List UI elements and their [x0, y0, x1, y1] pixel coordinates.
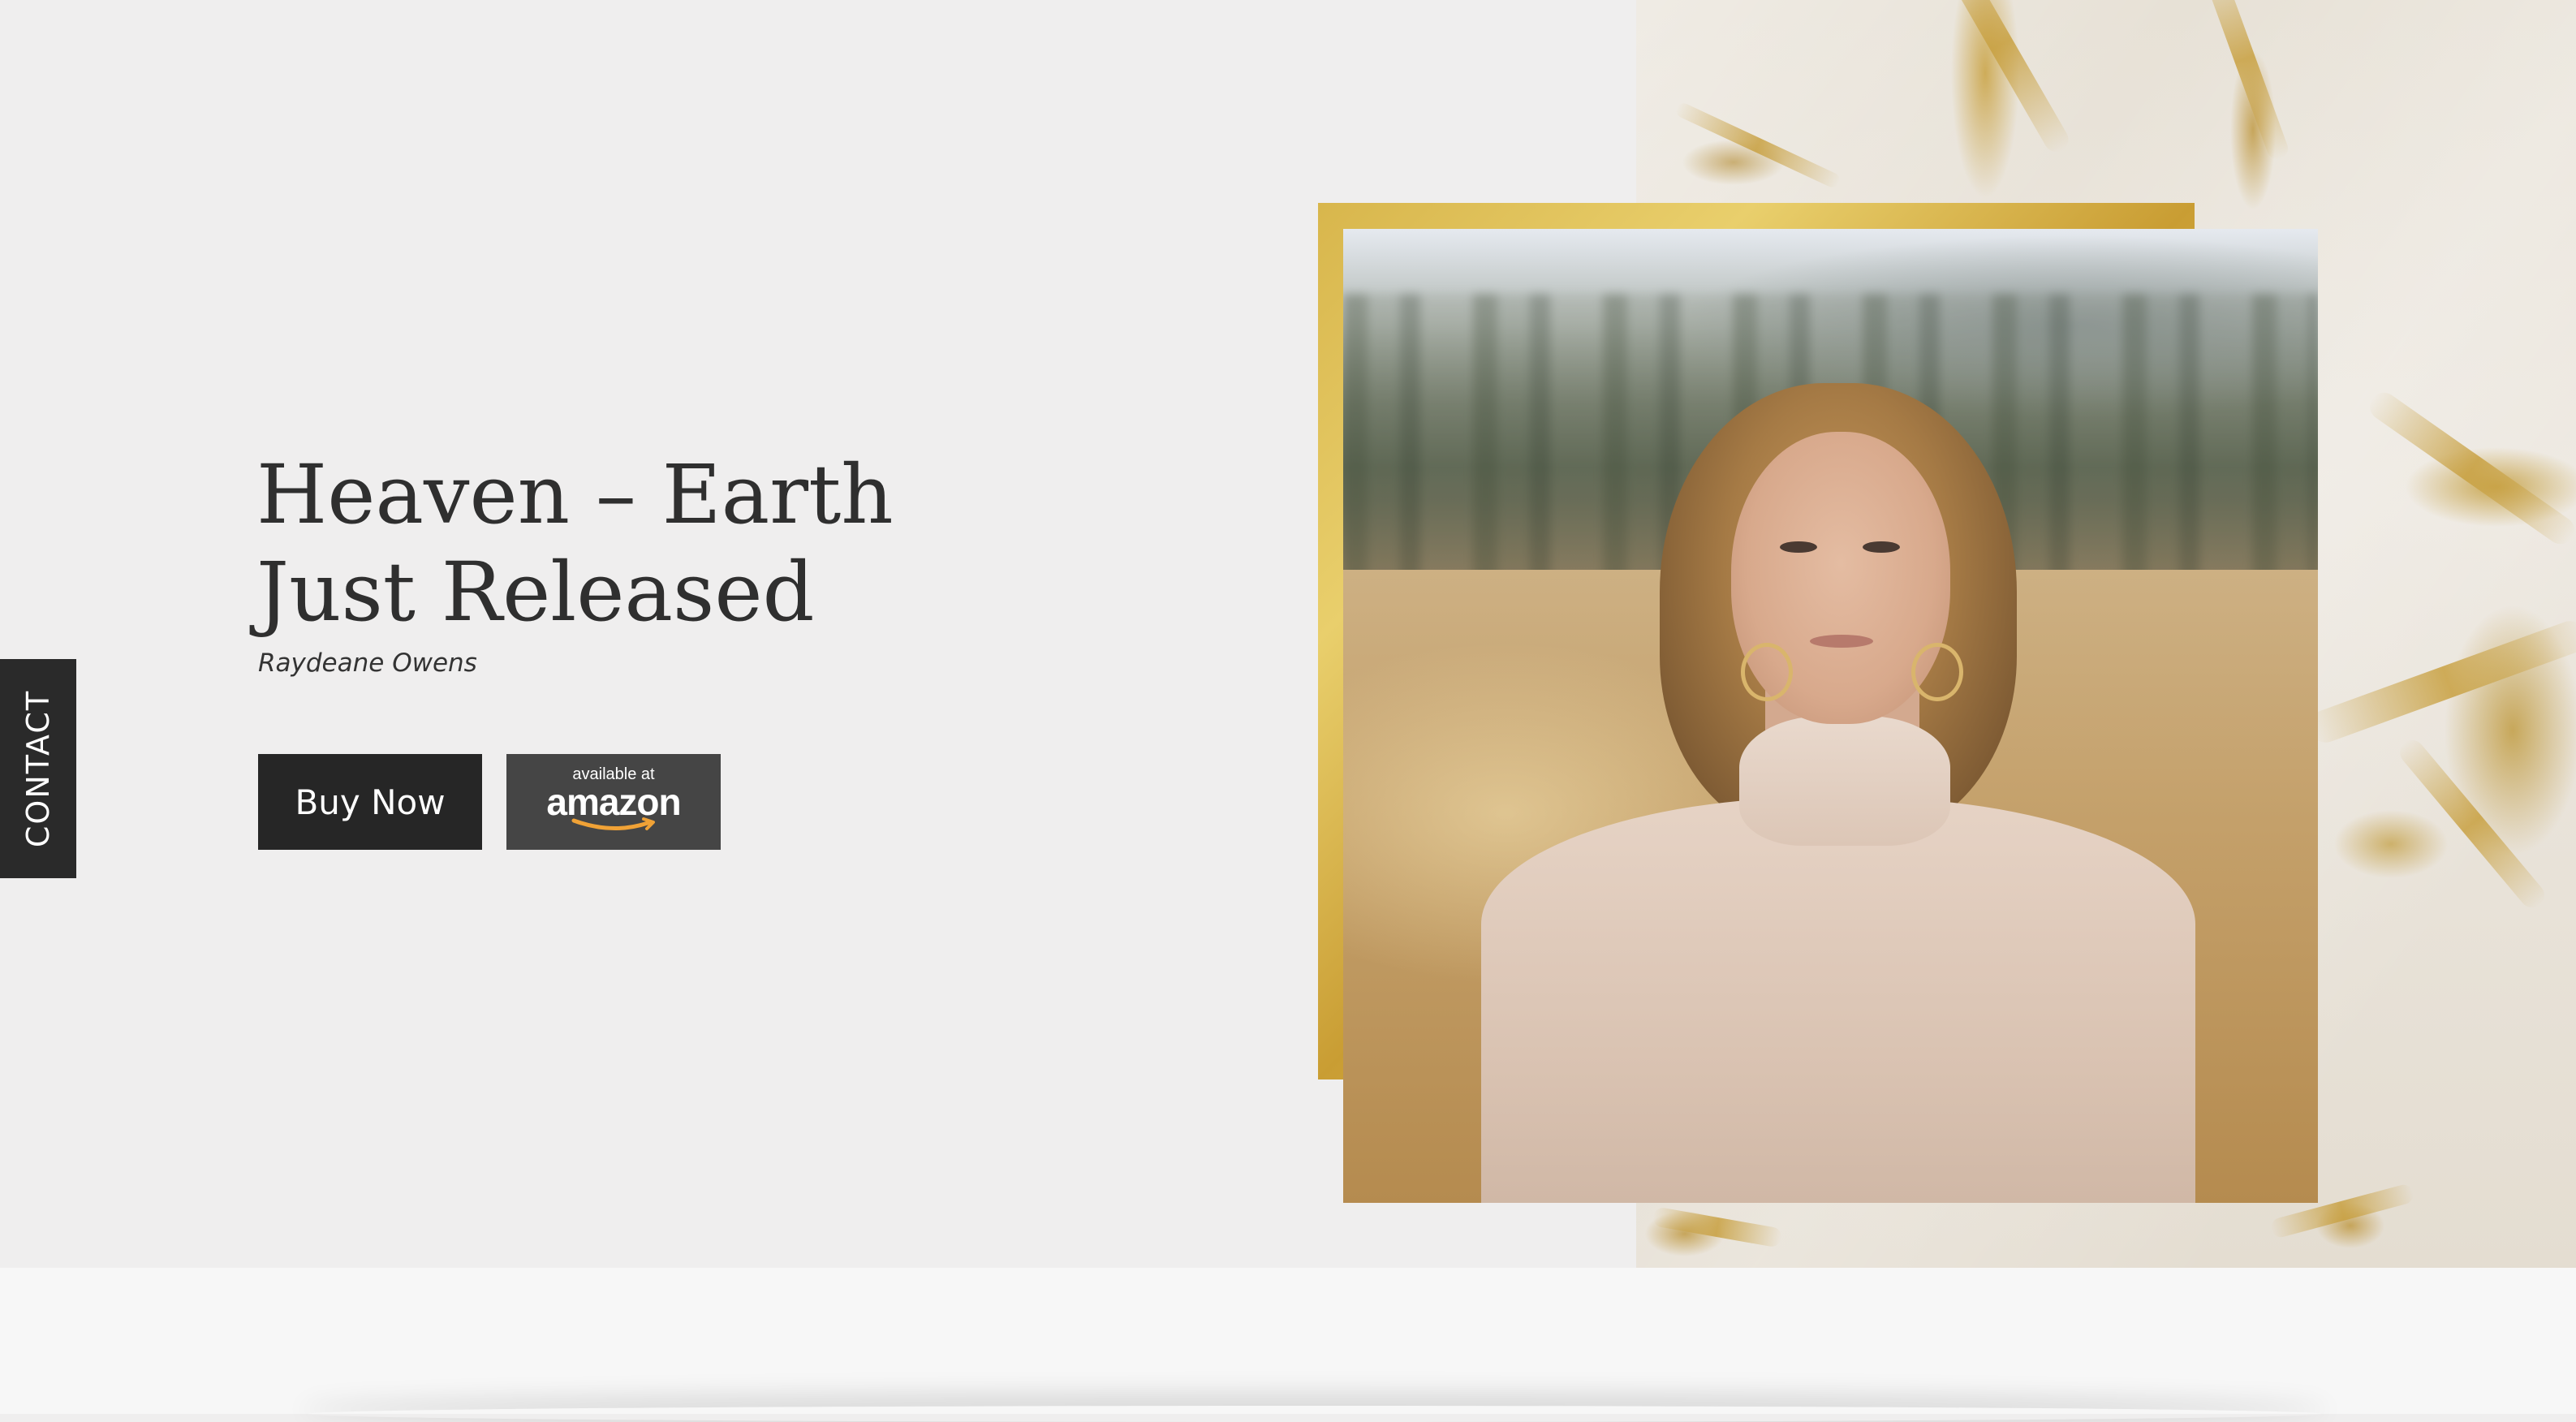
- title-line-1: Heaven – Earth: [256, 447, 894, 542]
- contact-tab[interactable]: CONTACT: [0, 659, 76, 878]
- page-title: Heaven – Earth Just Released: [256, 446, 894, 641]
- contact-tab-label: CONTACT: [20, 689, 56, 848]
- hero-section: Heaven – Earth Just Released Raydeane Ow…: [0, 0, 2576, 1268]
- amazon-button[interactable]: available at amazon: [506, 754, 721, 850]
- buy-now-button[interactable]: Buy Now: [258, 754, 482, 850]
- author-portrait-image: [1343, 229, 2318, 1203]
- amazon-smile-icon: [571, 817, 655, 830]
- lower-section: [0, 1268, 2576, 1414]
- card-shadow: [308, 1406, 2321, 1422]
- author-name: Raydeane Owens: [258, 649, 477, 678]
- title-line-2: Just Released: [256, 545, 815, 640]
